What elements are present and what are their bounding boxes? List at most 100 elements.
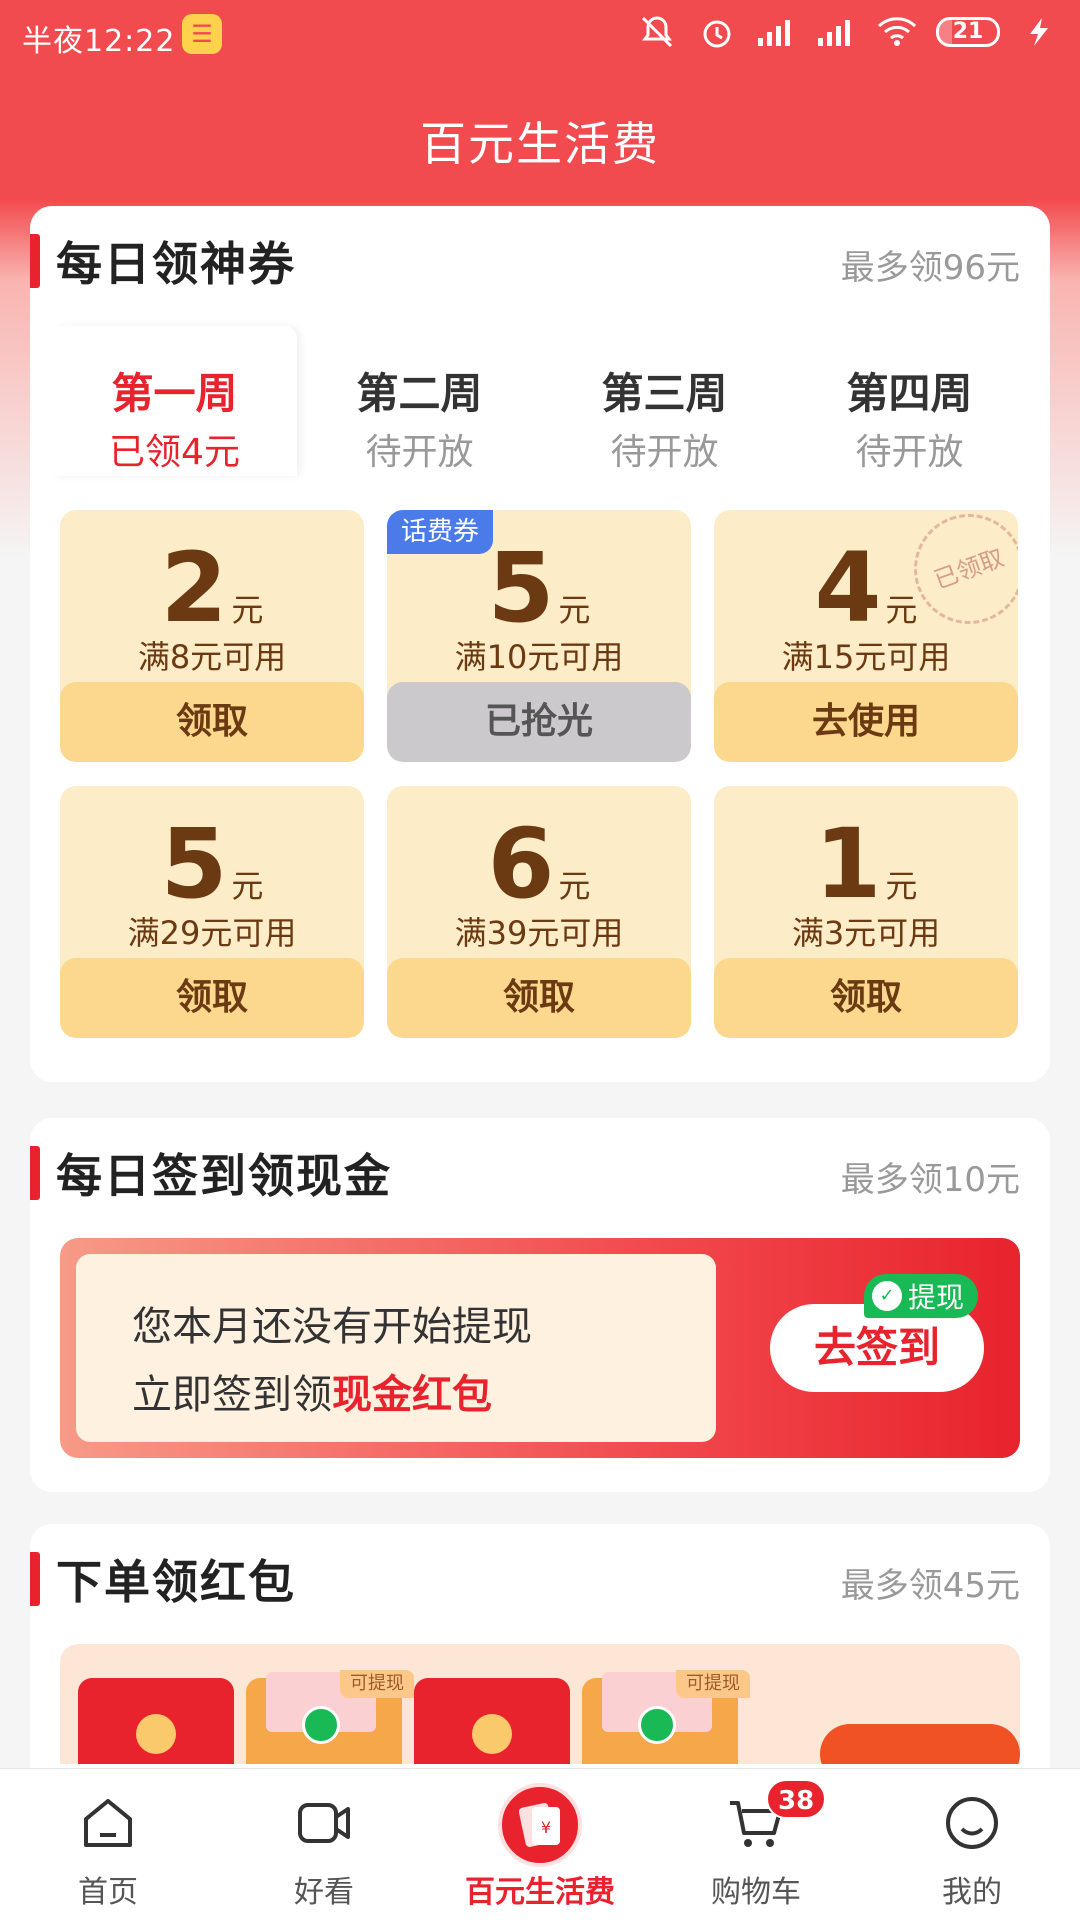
nav-label: 我的 (942, 1875, 1002, 1910)
hd-signal-icon (756, 14, 798, 50)
coupon-amount: 1元 (714, 808, 1018, 920)
red-envelope-icon: ¥ (498, 1783, 582, 1867)
claim-button[interactable]: 领取 (60, 682, 364, 762)
withdraw-badge: ✓ 提现 (864, 1274, 979, 1318)
coupon-value: 4 (814, 532, 882, 644)
coupon-unit: 元 (558, 867, 591, 905)
section-note: 最多领96元 (840, 248, 1020, 288)
claim-button[interactable]: 领取 (60, 958, 364, 1038)
section-accent-bar (30, 1146, 40, 1200)
alarm-icon (696, 14, 738, 50)
battery-level: 21 (952, 19, 984, 44)
signin-banner: 您本月还没有开始提现 立即签到领现金红包 去签到 ✓ 提现 (60, 1238, 1020, 1458)
coupon-condition: 满15元可用 (781, 638, 951, 676)
red-envelope-icon (78, 1678, 234, 1764)
more-red-envelopes-button[interactable] (820, 1724, 1020, 1764)
section-note: 最多领10元 (840, 1160, 1020, 1200)
signin-card: 每日签到领现金 最多领10元 您本月还没有开始提现 立即签到领现金红包 去签到 … (30, 1118, 1050, 1492)
coupon-condition: 满10元可用 (454, 638, 624, 676)
red-envelope-banner[interactable]: 可提现 可提现 (60, 1644, 1020, 1764)
order-card: 下单领红包 最多领45元 可提现 可提现 (30, 1524, 1050, 1768)
coupon-amount: 6元 (387, 808, 691, 920)
nav-cart[interactable]: 38 购物车 (648, 1769, 864, 1920)
coupon-card: 话费券 5元 满10元可用 已抢光 (387, 510, 691, 762)
coupon-card: 6元 满39元可用 领取 (387, 786, 691, 1038)
nav-label: 百元生活费 (465, 1875, 615, 1910)
coupon-card: 2元 满8元可用 领取 (60, 510, 364, 762)
withdrawable-tag: 可提现 (340, 1670, 414, 1698)
profile-icon (946, 1797, 998, 1849)
week-name: 第二周 (356, 369, 483, 418)
sold-out-button: 已抢光 (387, 682, 691, 762)
nav-home[interactable]: 首页 (0, 1769, 216, 1920)
coupon-condition: 满8元可用 (137, 638, 287, 676)
signin-cta-text: 立即签到领现金红包 (132, 1362, 492, 1420)
signin-cta-prefix: 立即签到领 (132, 1372, 332, 1418)
nav-label: 购物车 (711, 1875, 801, 1910)
section-header: 每日签到领现金 最多领10元 (30, 1118, 1050, 1208)
signin-message-box: 您本月还没有开始提现 立即签到领现金红包 (76, 1254, 716, 1442)
status-time: 半夜12:22 (22, 24, 176, 59)
cart-count-badge: 38 (766, 1779, 827, 1819)
nav-watch[interactable]: 好看 (216, 1769, 432, 1920)
coupon-value: 5 (487, 532, 555, 644)
week-name: 第一周 (111, 369, 238, 418)
coupon-unit: 元 (231, 591, 264, 629)
coupon-condition: 满3元可用 (791, 914, 941, 952)
nav-living-allowance[interactable]: ¥ 百元生活费 (432, 1769, 648, 1920)
page-title: 百元生活费 (420, 117, 660, 171)
coupon-condition: 满39元可用 (454, 914, 624, 952)
coupon-amount: 2元 (60, 532, 364, 644)
video-icon (298, 1803, 350, 1843)
tab-week-3[interactable]: 第三周 待开放 (542, 326, 787, 476)
tab-week-1[interactable]: 第一周 已领4元 (52, 326, 297, 476)
tab-week-4[interactable]: 第四周 待开放 (787, 326, 1032, 476)
svg-text:¥: ¥ (541, 1818, 551, 1837)
coupon-unit: 元 (885, 867, 918, 905)
section-note: 最多领45元 (840, 1566, 1020, 1606)
week-status: 待开放 (855, 432, 964, 473)
signin-cta-highlight: 现金红包 (332, 1372, 492, 1418)
coupon-amount: 4元 (714, 532, 1018, 644)
coupons-card: 每日领神券 最多领96元 第一周 已领4元 第二周 待开放 第三周 待开放 第四… (30, 206, 1050, 1082)
coupon-amount: 5元 (387, 532, 691, 644)
coupon-unit: 元 (558, 591, 591, 629)
mute-icon (636, 14, 678, 50)
battery-icon: 21 (936, 17, 1000, 47)
section-header: 下单领红包 最多领45元 (30, 1524, 1050, 1614)
claim-button[interactable]: 领取 (714, 958, 1018, 1038)
week-tabs: 第一周 已领4元 第二周 待开放 第三周 待开放 第四周 待开放 (52, 326, 1032, 476)
coupon-card: 5元 满29元可用 领取 (60, 786, 364, 1038)
bottom-navigation: 首页 好看 ¥ 百元生活费 38 购物车 我的 (0, 1768, 1080, 1920)
week-status: 待开放 (610, 432, 719, 473)
section-header: 每日领神券 最多领96元 (30, 206, 1050, 296)
week-status: 待开放 (365, 432, 474, 473)
week-name: 第三周 (601, 369, 728, 418)
coupon-unit: 元 (231, 867, 264, 905)
coupon-amount: 5元 (60, 808, 364, 920)
signal-icon (816, 14, 858, 50)
status-bar: 半夜12:22 ☰ 21 (0, 0, 1080, 76)
section-title: 每日领神券 (56, 237, 296, 291)
red-envelope-icon (414, 1678, 570, 1764)
week-status: 已领4元 (109, 432, 240, 473)
nav-profile[interactable]: 我的 (864, 1769, 1080, 1920)
signin-message: 您本月还没有开始提现 (132, 1304, 532, 1350)
wifi-icon (876, 14, 918, 50)
use-button[interactable]: 去使用 (714, 682, 1018, 762)
section-title: 下单领红包 (56, 1555, 296, 1609)
coupon-value: 6 (487, 808, 555, 920)
nav-label: 首页 (78, 1875, 138, 1910)
nav-label: 好看 (294, 1875, 354, 1910)
coupon-card: 已领取 4元 满15元可用 去使用 (714, 510, 1018, 762)
coupon-value: 5 (160, 808, 228, 920)
withdraw-label: 提现 (908, 1281, 965, 1314)
withdrawable-tag: 可提现 (676, 1670, 750, 1698)
tab-week-2[interactable]: 第二周 待开放 (297, 326, 542, 476)
section-title: 每日签到领现金 (56, 1149, 392, 1203)
coupon-unit: 元 (885, 591, 918, 629)
status-icons: 21 (636, 14, 1060, 50)
app-notification-icon: ☰ (182, 14, 222, 54)
claim-button[interactable]: 领取 (387, 958, 691, 1038)
coupon-card: 1元 满3元可用 领取 (714, 786, 1018, 1038)
